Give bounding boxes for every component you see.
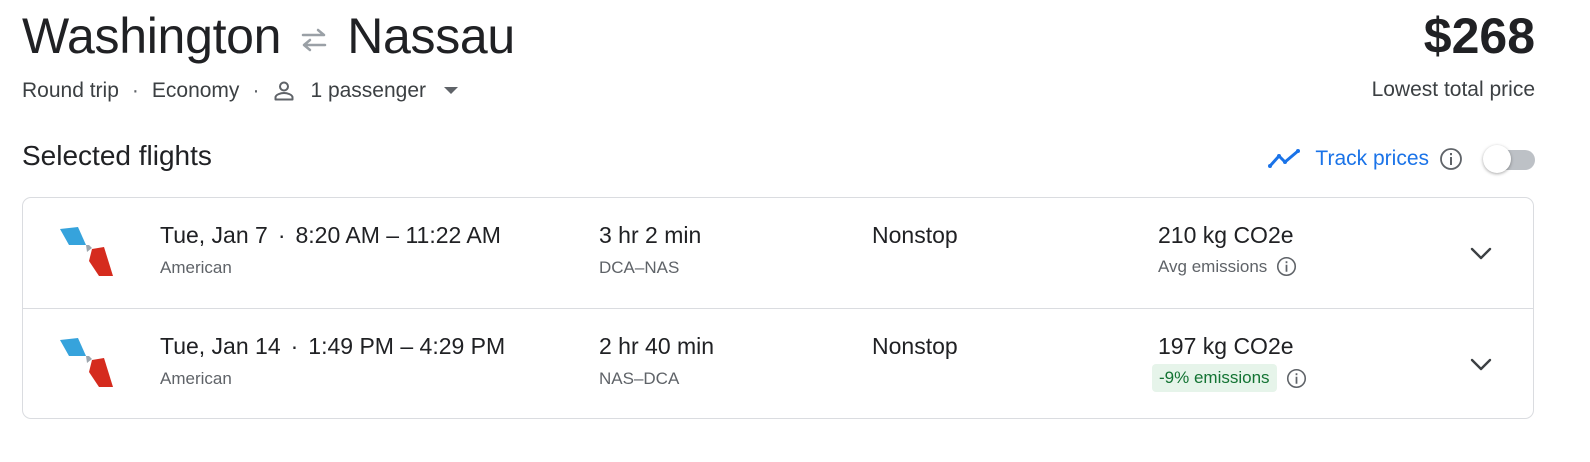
passenger-selector[interactable]: 1 passenger: [272, 79, 472, 103]
chevron-down-icon: [1470, 247, 1492, 260]
info-icon[interactable]: [1439, 147, 1463, 171]
flight-row[interactable]: Tue, Jan 14 · 1:49 PM – 4:29 PM American 2…: [23, 308, 1533, 419]
stops: Nonstop: [872, 333, 958, 359]
airport-codes: DCA–NAS: [599, 258, 680, 277]
separator-dot: ·: [277, 222, 286, 248]
separator-dot: ·: [131, 79, 139, 102]
flight-times: 1:49 PM – 4:29 PM: [308, 333, 506, 359]
expand-flight-button[interactable]: [1464, 348, 1498, 382]
american-airlines-logo: [59, 335, 113, 394]
section-title: Selected flights: [22, 140, 212, 171]
flight-date: Tue, Jan 7: [160, 222, 268, 248]
swap-arrows-icon: [299, 27, 329, 53]
route-title: Washington Nassau: [22, 6, 515, 66]
flight-date-time: Tue, Jan 14 · 1:49 PM – 4:29 PM: [160, 333, 505, 360]
cabin-class: Economy: [151, 79, 240, 102]
trip-type: Round trip: [22, 79, 119, 102]
expand-flight-button[interactable]: [1464, 237, 1498, 271]
flight-times: 8:20 AM – 11:22 AM: [295, 222, 501, 248]
separator-dot: ·: [252, 79, 260, 102]
toggle-knob: [1483, 145, 1511, 173]
track-prices-bar: Track prices: [1267, 142, 1535, 176]
price-caption: Lowest total price: [1371, 78, 1535, 101]
flight-duration: 3 hr 2 min: [599, 222, 702, 248]
stops: Nonstop: [872, 222, 958, 248]
flight-date: Tue, Jan 14: [160, 333, 281, 359]
caret-down-icon: [444, 87, 472, 95]
flight-row[interactable]: Tue, Jan 7 · 8:20 AM – 11:22 AM American 3…: [23, 198, 1533, 308]
track-prices-label: Track prices: [1315, 147, 1429, 170]
emissions-label: -9% emissions: [1152, 364, 1307, 392]
emissions-text: Avg emissions: [1158, 256, 1268, 276]
airline-name: American: [160, 258, 232, 277]
origin-city: Washington: [22, 8, 282, 64]
chevron-down-icon: [1470, 358, 1492, 371]
info-icon[interactable]: [1276, 256, 1297, 277]
info-icon[interactable]: [1286, 368, 1307, 389]
track-prices-toggle[interactable]: [1483, 142, 1535, 176]
emissions-badge: -9% emissions: [1152, 364, 1277, 392]
airline-name: American: [160, 369, 232, 388]
american-airlines-logo: [59, 224, 113, 283]
destination-city: Nassau: [347, 8, 515, 64]
track-prices-button[interactable]: Track prices: [1267, 147, 1429, 171]
emissions-label: Avg emissions: [1158, 256, 1297, 277]
person-icon: [274, 81, 294, 101]
flight-duration: 2 hr 40 min: [599, 333, 715, 359]
co2-amount: 210 kg CO2e: [1158, 222, 1294, 248]
co2-amount: 197 kg CO2e: [1158, 333, 1294, 359]
flight-date-time: Tue, Jan 7 · 8:20 AM – 11:22 AM: [160, 222, 501, 249]
trip-summary: Round trip · Economy · 1 passenger: [22, 76, 472, 106]
trending-up-icon: [1268, 149, 1301, 168]
passenger-count: 1 passenger: [310, 79, 427, 102]
separator-dot: ·: [290, 333, 299, 359]
airport-codes: NAS–DCA: [599, 369, 680, 388]
total-price: $268: [1423, 8, 1535, 64]
selected-flights-card: Tue, Jan 7 · 8:20 AM – 11:22 AM American 3…: [22, 197, 1534, 419]
